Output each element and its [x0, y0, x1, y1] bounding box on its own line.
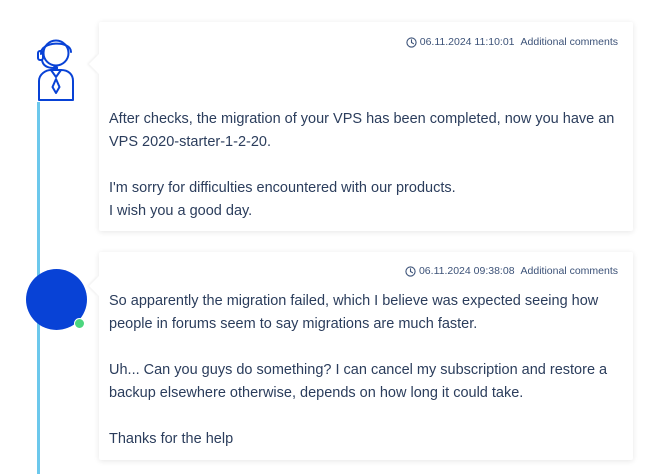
message-paragraph: I'm sorry for difficulties encountered w… [109, 180, 456, 196]
message-card: 06.11.2024 09:38:08 Additional comments … [99, 252, 633, 460]
clock-icon [405, 265, 416, 277]
ticket-thread: 06.11.2024 11:10:01 Additional comments … [0, 0, 648, 474]
message-meta: 06.11.2024 11:10:01 Additional comments [406, 36, 618, 48]
message-paragraph: Thanks for the help [109, 431, 234, 447]
message-paragraph: After checks, the migration of your VPS … [109, 111, 615, 150]
online-status-indicator [74, 318, 85, 329]
message-body: After checks, the migration of your VPS … [109, 108, 623, 223]
clock-icon [406, 36, 417, 48]
additional-comments-link[interactable]: Additional comments [521, 36, 618, 48]
message-card: 06.11.2024 11:10:01 Additional comments … [99, 22, 633, 231]
additional-comments-link[interactable]: Additional comments [521, 265, 618, 277]
message-meta: 06.11.2024 09:38:08 Additional comments [405, 265, 618, 277]
message-body: So apparently the migration failed, whic… [109, 290, 623, 451]
message-timestamp: 06.11.2024 09:38:08 [418, 265, 515, 277]
message-timestamp: 06.11.2024 11:10:01 [419, 36, 515, 48]
headset-agent-icon [37, 39, 74, 101]
support-agent-avatar [25, 36, 89, 102]
message-paragraph: Uh... Can you guys do something? I can c… [109, 362, 608, 401]
message-paragraph: I wish you a good day. [109, 203, 253, 219]
message-paragraph: So apparently the migration failed, whic… [109, 293, 599, 332]
